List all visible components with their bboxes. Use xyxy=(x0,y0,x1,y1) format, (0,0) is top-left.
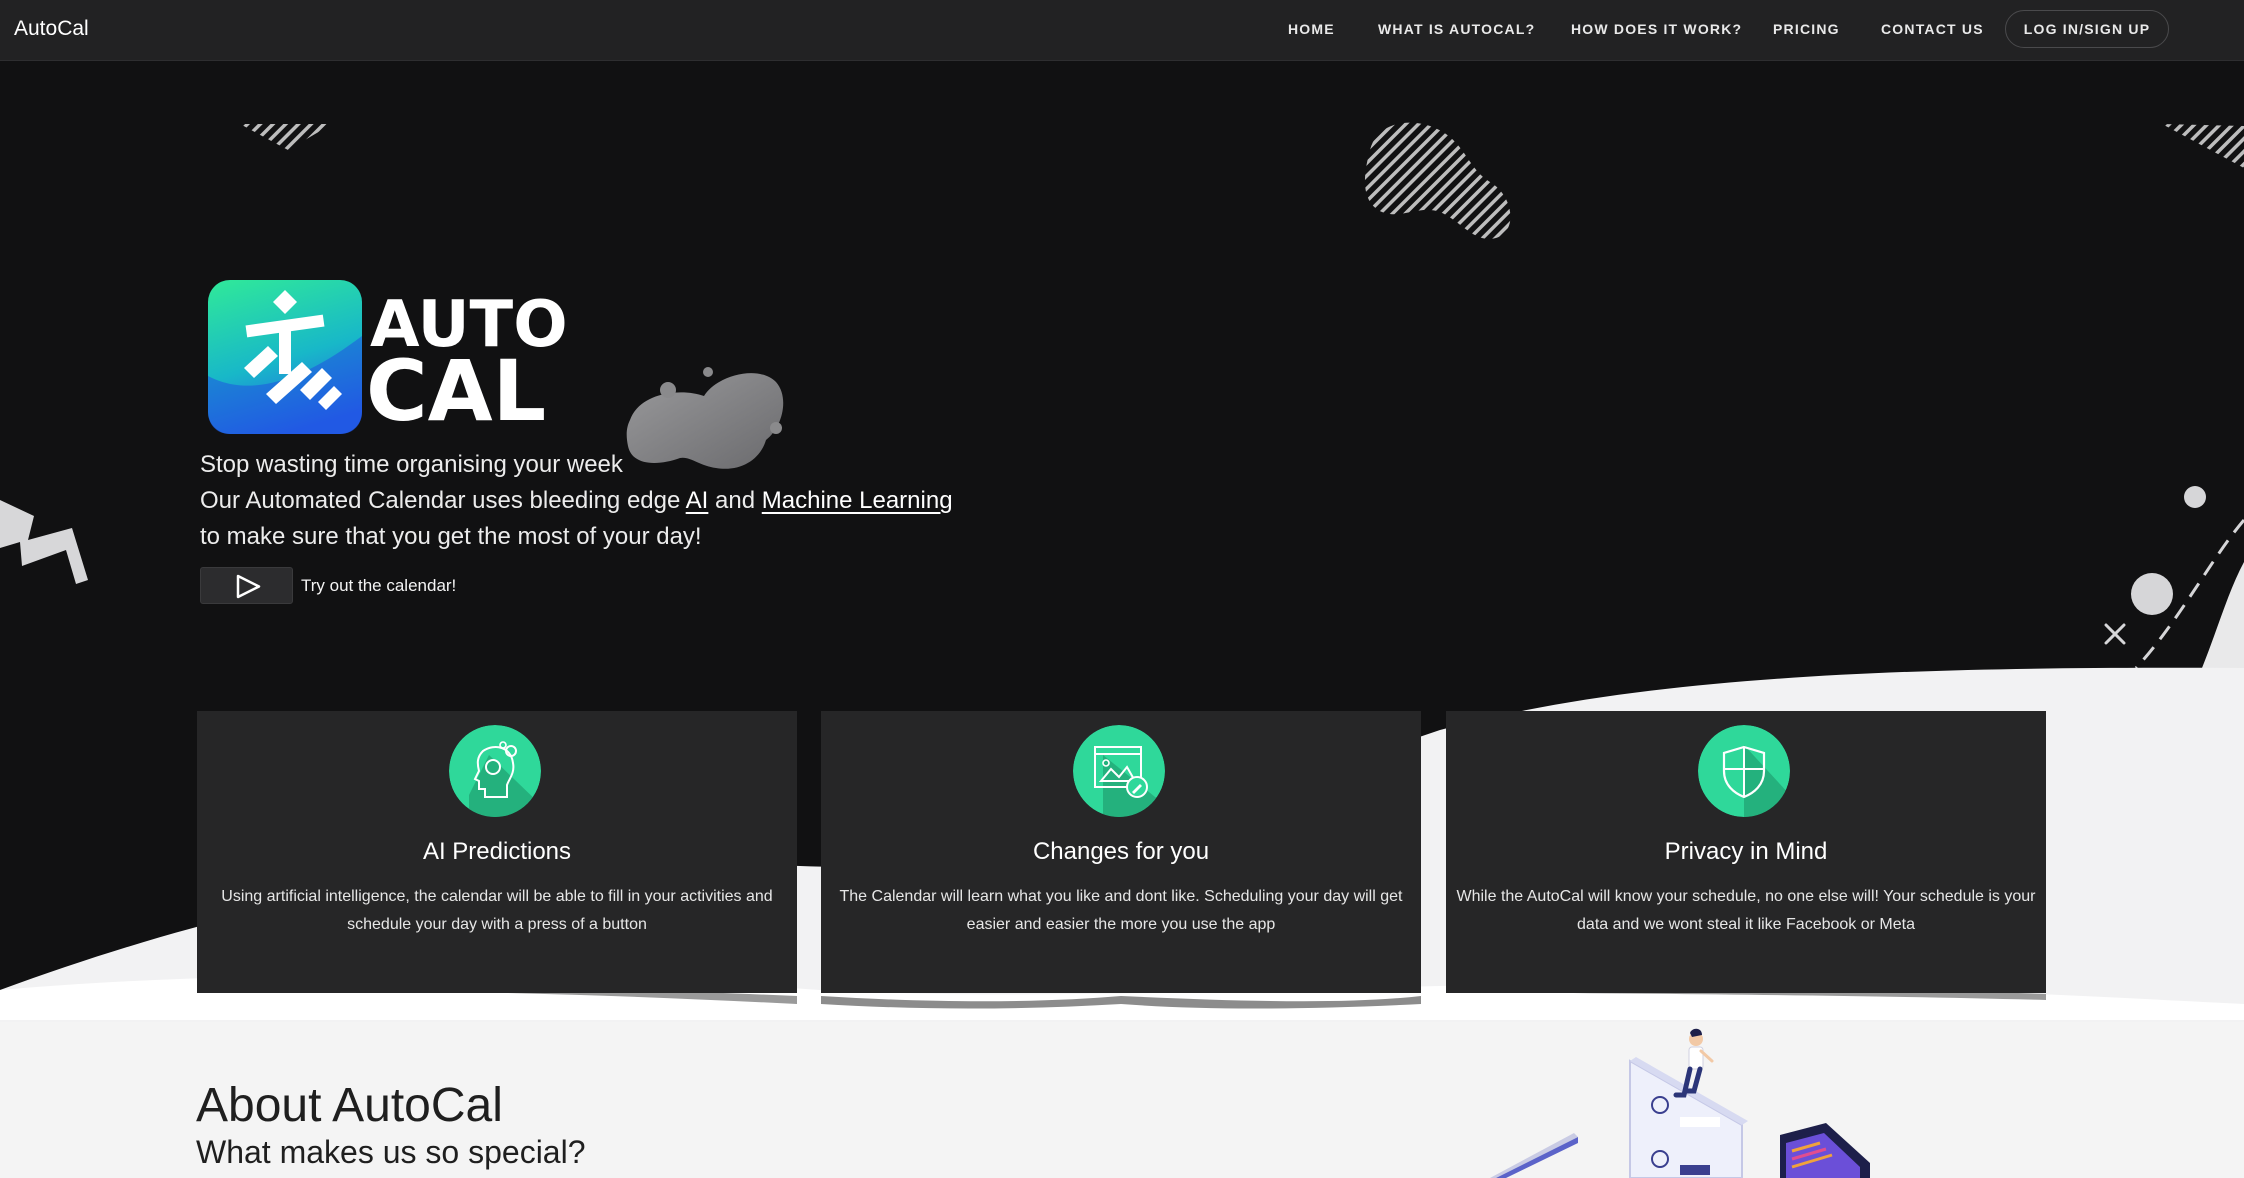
try-calendar-play-button[interactable] xyxy=(200,567,293,604)
feature-title: AI Predictions xyxy=(422,838,572,865)
feature-description: The Calendar will learn what you like an… xyxy=(839,888,1403,933)
hero-line-1: Stop wasting time organising your week xyxy=(200,451,623,478)
logo-text-cal: CAL xyxy=(366,342,546,440)
feature-card-privacy-in-mind: Privacy in Mind While the AutoCal will k… xyxy=(1446,711,2046,993)
hero-line-2-and: and xyxy=(708,487,762,514)
ai-brain-icon xyxy=(449,725,541,817)
about-subheading: What makes us so special? xyxy=(196,1134,586,1170)
feature-card-ai-predictions: AI Predictions Using artificial intellig… xyxy=(197,711,797,993)
about-heading: About AutoCal xyxy=(196,1079,503,1132)
hero-tagline: Stop wasting time organising your week O… xyxy=(200,447,953,555)
nav-link-home[interactable]: HOME xyxy=(1288,21,1335,37)
hero-line-2-text: Our Automated Calendar uses bleeding edg… xyxy=(200,487,686,514)
feature-card-changes-for-you: Changes for you The Calendar will learn … xyxy=(821,711,1421,993)
brand-logo-text[interactable]: AutoCal xyxy=(14,17,89,41)
isometric-illustration xyxy=(1490,1028,1870,1178)
ai-link[interactable]: AI xyxy=(686,487,709,514)
hero-line-3: to make sure that you get the most of yo… xyxy=(200,523,702,550)
feature-title: Changes for you xyxy=(1032,838,1210,865)
hero-line-2: Our Automated Calendar uses bleeding edg… xyxy=(200,483,953,519)
shield-icon xyxy=(1698,725,1790,817)
nav-link-how-does-it-work[interactable]: HOW DOES IT WORK? xyxy=(1571,21,1742,37)
try-calendar-label[interactable]: Try out the calendar! xyxy=(301,576,456,596)
edit-window-icon xyxy=(1073,725,1165,817)
top-navbar: AutoCal HOME WHAT IS AUTOCAL? HOW DOES I… xyxy=(0,0,2244,61)
login-signup-button[interactable]: LOG IN/SIGN UP xyxy=(2005,10,2169,48)
nav-link-what-is-autocal[interactable]: WHAT IS AUTOCAL? xyxy=(1378,21,1535,37)
nav-link-contact-us[interactable]: CONTACT US xyxy=(1881,21,1984,37)
feature-description: While the AutoCal will know your schedul… xyxy=(1456,888,2036,933)
autocal-logo: AUTO CAL xyxy=(206,276,576,444)
play-icon xyxy=(236,574,261,599)
feature-title: Privacy in Mind xyxy=(1664,838,1828,865)
autocal-logo-mark: AUTO CAL xyxy=(208,280,568,440)
machine-learning-link[interactable]: Machine Learning xyxy=(762,487,953,514)
feature-description: Using artificial intelligence, the calen… xyxy=(221,888,773,933)
nav-link-pricing[interactable]: PRICING xyxy=(1773,21,1840,37)
